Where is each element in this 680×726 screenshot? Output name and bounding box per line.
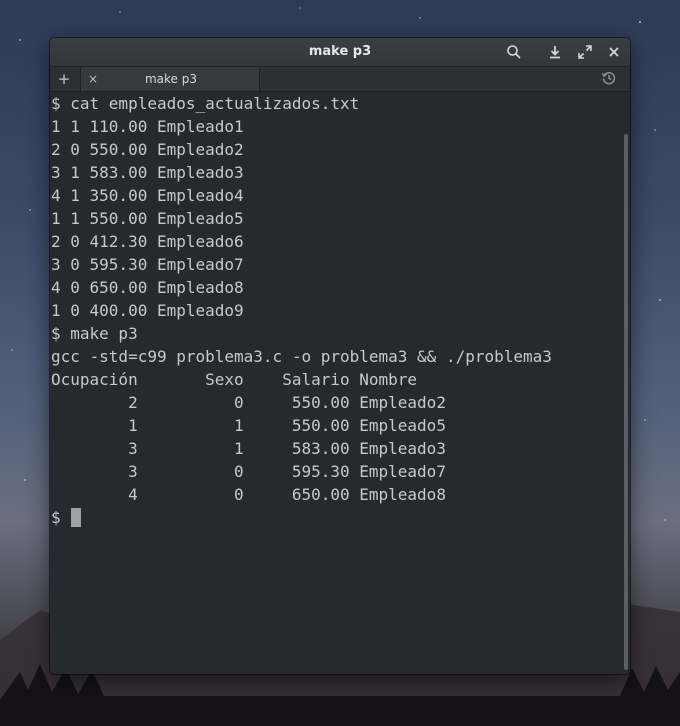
terminal-line: Ocupación Sexo Salario Nombre <box>51 370 418 389</box>
terminal-line: 4 1 350.00 Empleado4 <box>51 186 244 205</box>
terminal-output[interactable]: $ cat empleados_actualizados.txt 1 1 110… <box>50 92 624 674</box>
download-button[interactable] <box>544 42 566 62</box>
history-icon <box>601 71 616 85</box>
download-icon <box>550 46 560 59</box>
terminal-line: 1 1 550.00 Empleado5 <box>51 416 446 435</box>
terminal-line: 4 0 650.00 Empleado8 <box>51 485 446 504</box>
terminal-line: 1 1 110.00 Empleado1 <box>51 117 244 136</box>
terminal-line: 1 1 550.00 Empleado5 <box>51 209 244 228</box>
close-button[interactable] <box>603 42 625 62</box>
new-tab-button[interactable]: + <box>54 69 74 89</box>
terminal-line: $ make p3 <box>51 324 138 343</box>
close-icon <box>609 47 619 57</box>
search-icon <box>507 45 521 59</box>
terminal-line: gcc -std=c99 problema3.c -o problema3 &&… <box>51 347 552 366</box>
tab-label: make p3 <box>144 72 197 86</box>
history-button[interactable] <box>598 70 620 88</box>
terminal-line: 3 0 595.30 Empleado7 <box>51 462 446 481</box>
terminal-line: 2 0 412.30 Empleado6 <box>51 232 244 251</box>
terminal-line: 2 0 550.00 Empleado2 <box>51 393 446 412</box>
prompt-symbol: $ <box>51 508 61 527</box>
search-button[interactable] <box>503 42 525 62</box>
terminal-line: 1 0 400.00 Empleado9 <box>51 301 244 320</box>
terminal-line: 2 0 550.00 Empleado2 <box>51 140 244 159</box>
scrollbar[interactable] <box>624 134 628 670</box>
terminal-line: $ cat empleados_actualizados.txt <box>51 94 360 113</box>
window-title: make p3 <box>308 44 372 59</box>
terminal-line: 3 1 583.00 Empleado3 <box>51 163 244 182</box>
maximize-button[interactable] <box>574 42 596 62</box>
terminal-window: make p3 + × make p3 $ cat empleados_actu… <box>50 38 630 674</box>
tab-close-icon[interactable]: × <box>85 69 101 89</box>
text-cursor <box>70 508 81 527</box>
prompt-line: $ <box>51 506 81 529</box>
terminal-line: 3 0 595.30 Empleado7 <box>51 255 244 274</box>
maximize-icon <box>578 45 592 59</box>
tab-make-p3[interactable]: × make p3 <box>80 67 260 91</box>
terminal-line: 4 0 650.00 Empleado8 <box>51 278 244 297</box>
title-bar: make p3 <box>50 38 630 67</box>
terminal-line: 3 1 583.00 Empleado3 <box>51 439 446 458</box>
tab-bar: + × make p3 <box>50 67 630 92</box>
